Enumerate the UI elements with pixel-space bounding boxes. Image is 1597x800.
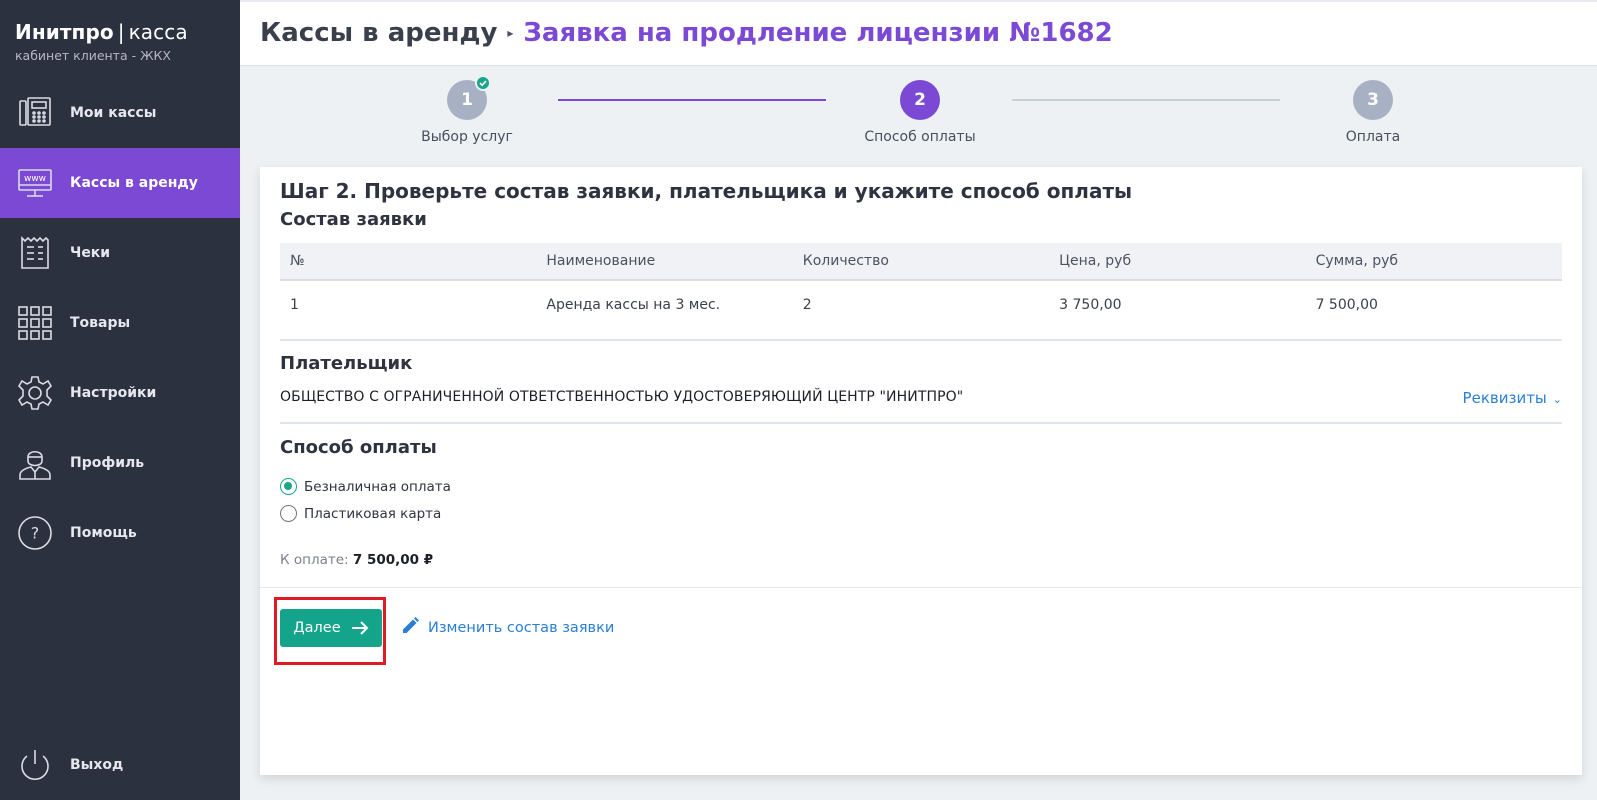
check-icon [475,75,491,91]
column-header-number: № [290,253,305,269]
step-circle: 2 [900,80,940,120]
requisites-dropdown[interactable]: Реквизиты ⌄ [1463,389,1562,407]
sidebar-item-label: Мои кассы [70,105,157,121]
svg-text:www: www [24,174,46,184]
edit-order-label: Изменить состав заявки [428,620,615,636]
stepper: 1 Выбор услуг 2 Способ оплаты 3 Оплата [260,66,1580,164]
cell-name: Аренда кассы на 3 мес. [546,297,721,313]
payer-name: ОБЩЕСТВО С ОГРАНИЧЕННОЙ ОТВЕТСТВЕННОСТЬЮ… [280,389,964,405]
payment-section-title: Способ оплаты [280,437,437,458]
step-label: Способ оплаты [864,129,976,145]
header: Кассы в аренду ▸ Заявка на продление лиц… [240,0,1597,66]
step-label: Оплата [1345,129,1401,145]
radio-label: Пластиковая карта [304,505,442,522]
step-2: 2 Способ оплаты [840,80,1000,145]
next-button-label: Далее [293,620,341,636]
step-connector-pending [1012,99,1280,101]
logout-button[interactable]: Выход [0,730,240,800]
sidebar: Инитпро | касса кабинет клиента - ЖКХ Мои … [0,0,240,800]
order-table: № Наименование Количество Цена, руб Сумм… [280,243,1562,329]
sidebar-item-label: Кассы в аренду [70,175,198,191]
brand-name: Инитпро [15,20,114,44]
step-title: Шаг 2. Проверьте состав заявки, плательщ… [280,179,1133,203]
sidebar-item-label: Настройки [70,385,157,401]
column-header-name: Наименование [546,253,656,269]
chevron-down-icon: ⌄ [1552,393,1562,406]
brand-subtitle: кабинет клиента - ЖКХ [15,48,171,63]
www-monitor-icon: www [17,165,53,201]
sidebar-item-help[interactable]: ? Помощь [0,498,240,568]
order-card: Шаг 2. Проверьте состав заявки, плательщ… [260,167,1582,775]
total-amount: К оплате: 7 500,00 ₽ [280,552,433,568]
radio-label: Безналичная оплата [304,478,451,495]
step-connector-done [558,99,826,101]
sidebar-item-profile[interactable]: Профиль [0,428,240,498]
arrow-right-icon [351,620,369,636]
step-label: Выбор услуг [421,129,513,145]
step-1[interactable]: 1 Выбор услуг [387,75,547,145]
gear-icon [17,375,53,411]
table-header: № Наименование Количество Цена, руб Сумм… [280,243,1562,281]
brand-logo[interactable]: Инитпро | касса [15,20,240,44]
column-header-quantity: Количество [802,253,889,269]
requisites-label: Реквизиты [1462,389,1547,407]
grid-icon [17,305,53,341]
payer-section-title: Плательщик [280,353,413,374]
divider [280,339,1562,341]
sidebar-item-label: Профиль [70,455,145,471]
user-icon [17,445,53,481]
order-section-title: Состав заявки [280,209,427,230]
brand: Инитпро | касса кабинет клиента - ЖКХ [0,0,240,68]
sidebar-item-label: Чеки [70,245,111,261]
power-icon [17,747,53,783]
edit-order-link[interactable]: Изменить состав заявки [400,616,614,640]
sidebar-item-my-registers[interactable]: Мои кассы [0,78,240,148]
cell-number: 1 [290,297,299,313]
sidebar-item-label: Помощь [70,525,137,541]
breadcrumb-arrow-icon: ▸ [507,26,514,40]
radio-button[interactable] [280,505,297,522]
footer-divider [260,587,1582,588]
cash-register-icon [17,95,53,131]
column-header-price: Цена, руб [1059,253,1132,269]
brand-separator: | [117,20,125,44]
radio-button[interactable] [280,478,297,495]
step-3: 3 Оплата [1293,80,1453,145]
step-circle: 1 [447,75,491,120]
receipt-icon [17,235,53,271]
breadcrumb-root[interactable]: Кассы в аренду [260,18,497,48]
column-header-sum: Сумма, руб [1315,253,1399,269]
next-button[interactable]: Далее [280,609,382,647]
svg-text:?: ? [31,524,40,543]
sidebar-item-label: Товары [70,315,131,331]
brand-product: касса [128,20,188,44]
logout-label: Выход [70,757,124,773]
table-row: 1 Аренда кассы на 3 мес. 2 3 750,00 7 50… [280,281,1562,329]
cell-price: 3 750,00 [1059,297,1122,313]
payment-option-cashless[interactable]: Безналичная оплата [280,478,451,495]
sidebar-item-rental-registers[interactable]: www Кассы в аренду [0,148,240,218]
page-title: Заявка на продление лицензии №1682 [523,18,1113,48]
pencil-icon [400,616,420,640]
total-value: 7 500,00 ₽ [352,552,434,568]
sidebar-item-receipts[interactable]: Чеки [0,218,240,288]
cell-quantity: 2 [802,297,812,313]
total-label: К оплате: [280,552,349,568]
divider [280,422,1562,424]
sidebar-item-settings[interactable]: Настройки [0,358,240,428]
cell-sum: 7 500,00 [1315,297,1378,313]
sidebar-item-goods[interactable]: Товары [0,288,240,358]
help-icon: ? [17,515,53,551]
step-circle: 3 [1353,80,1393,120]
payment-option-card[interactable]: Пластиковая карта [280,505,441,522]
breadcrumb: Кассы в аренду ▸ Заявка на продление лиц… [260,18,1113,48]
